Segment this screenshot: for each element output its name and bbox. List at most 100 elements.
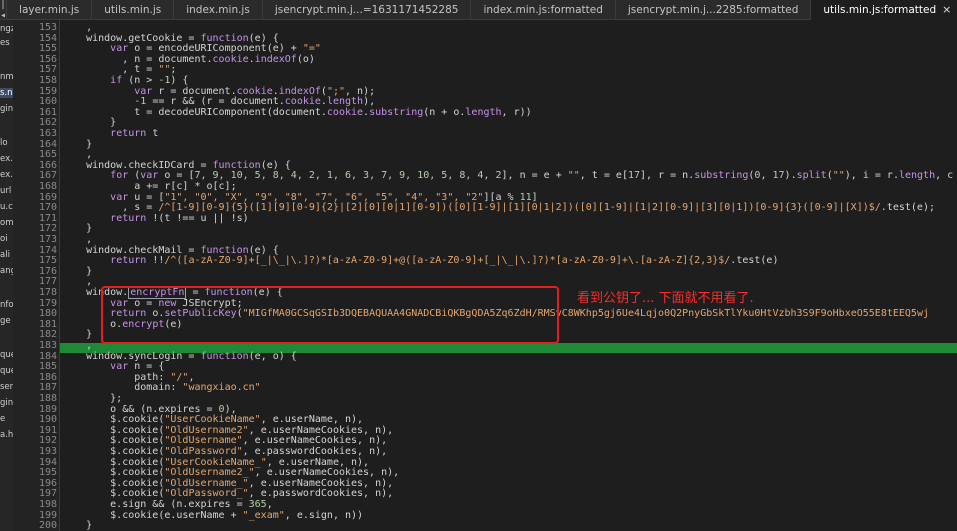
navigator-file-item[interactable]: ang (0, 266, 13, 276)
code-token: } (62, 520, 93, 531)
line-number[interactable]: 163 (13, 128, 57, 140)
code-token: , e.sign, n)) (284, 509, 364, 521)
navigator-file-item[interactable]: ex. (0, 154, 13, 164)
line-number[interactable]: 173 (13, 234, 57, 246)
tab-6[interactable]: utils.min.js:formatted × (811, 0, 957, 20)
tab-5[interactable]: jsencrypt.min.j...2285:formatted (616, 0, 812, 20)
code-token: (e) { (248, 244, 279, 256)
navigator-file-item[interactable]: lo (0, 138, 13, 148)
line-number-gutter: 153 154 155 156 157 158 159 160 161 162 163 164 165 1… (13, 20, 60, 531)
code-token: length (898, 170, 936, 182)
code-token: $.cookie( (62, 414, 165, 426)
line-number[interactable]: 188 (13, 393, 57, 405)
code-token: !(t !== u || !s) (146, 212, 249, 224)
navigator-file-item[interactable]: ali (0, 250, 13, 260)
code-token: ], r = n. (640, 170, 695, 182)
navigator-file-item[interactable]: ser (0, 382, 13, 392)
code-token: window.syncLogin = (62, 350, 201, 362)
code-token: window.checkIDCard = (62, 159, 213, 171)
code-editor[interactable]: , window.getCookie = function(e) { var o… (60, 20, 957, 531)
code-token: a += r[c] * o[c]; (62, 181, 237, 192)
tab-4[interactable]: index.min.js:formatted (471, 0, 616, 20)
code-token: "/" (170, 371, 189, 383)
code-token: (n > (122, 75, 159, 86)
navigator-file-item[interactable]: nm (0, 72, 13, 82)
tab-label: utils.min.js (104, 3, 162, 16)
line-number[interactable]: 158 (13, 75, 57, 87)
line-number[interactable]: 198 (13, 499, 57, 511)
code-token: }; (62, 393, 123, 404)
line-number[interactable]: 153 (13, 22, 57, 34)
code-token: 17 (772, 170, 785, 182)
code-token: ; (170, 64, 177, 76)
code-token: $.cookie( (62, 456, 165, 468)
navigator-file-item[interactable]: a.h (0, 430, 13, 440)
tab-2[interactable]: index.min.js (174, 0, 263, 20)
navigator-file-item[interactable]: e (0, 414, 13, 424)
code-token: if (110, 75, 123, 86)
code-token: , (62, 234, 93, 245)
code-token: .test(e) (730, 255, 779, 267)
close-tab-icon[interactable]: × (942, 3, 951, 16)
code-token: } (62, 138, 93, 150)
code-token: , (62, 276, 93, 288)
navigator-file-item[interactable]: gin (0, 104, 13, 114)
code-token: ][a % (483, 191, 520, 203)
line-number[interactable]: 183 (13, 340, 57, 352)
navigator-file-item[interactable]: ge (0, 316, 13, 326)
sidebar-toggle-icon: |◂ (0, 0, 7, 21)
code-token: t (146, 128, 159, 139)
code-token: "UserCookieName_" (164, 456, 267, 468)
code-token: "" (567, 170, 580, 182)
navigator-file-item[interactable]: que (0, 350, 13, 360)
code-token: "" (832, 170, 845, 182)
navigator-file-item[interactable]: nfo (0, 300, 13, 310)
code-token: ), (224, 403, 237, 415)
code-token: , e.userNameCookies, n), (242, 435, 388, 447)
code-token: var (110, 191, 129, 203)
code-token: "" (158, 64, 171, 76)
navigator-file-item[interactable]: url (0, 186, 13, 196)
tab-1[interactable]: utils.min.js (92, 0, 175, 20)
navigator-file-item[interactable]: u.c (0, 202, 13, 212)
annotation-highlight-box (101, 286, 559, 344)
line-number[interactable]: 200 (13, 521, 57, 531)
code-token: 11 (519, 191, 532, 203)
navigator-file-item[interactable]: s.n (0, 88, 13, 98)
code-token: /^[1-9][0-9]{5}([1][9][0-9]{2}|[2][0][0|… (158, 202, 881, 214)
toggle-navigator-button[interactable]: |◂ (0, 0, 8, 21)
code-token: $.cookie( (62, 488, 165, 500)
navigator-file-item[interactable]: ngz (0, 24, 13, 34)
line-number[interactable]: 178 (13, 287, 57, 299)
code-token: cookie (236, 85, 273, 97)
code-token: return (110, 212, 147, 224)
navigator-file-item[interactable]: oi (0, 234, 13, 244)
code-token: function (200, 32, 249, 44)
navigator-file-item[interactable]: om (0, 218, 13, 228)
code-token: path: (62, 371, 171, 383)
navigator-file-item[interactable]: gin (0, 398, 13, 408)
code-token: , e.userName, n), (260, 414, 364, 426)
code-token: var (134, 85, 153, 97)
tab-3[interactable]: jsencrypt.min.j...=1631171452285 (263, 0, 472, 20)
navigator-file-item[interactable]: ex. (0, 170, 13, 180)
tab-0[interactable]: layer.min.js (7, 0, 93, 20)
navigator-file-item[interactable]: es (0, 38, 13, 48)
file-navigator: ngz es nm s.n gin lo ex. ex. url u.c om oi ali ang nfo… (0, 20, 13, 531)
navigator-file-item[interactable]: que (0, 366, 13, 376)
code-token: indexOf (278, 85, 321, 97)
code-token: "_exam" (242, 509, 285, 521)
code-token: cookie (212, 53, 249, 65)
code-token: "wangxiao.cn" (182, 382, 261, 394)
code-token: $.cookie( (62, 446, 165, 457)
code-token: $.cookie( (62, 435, 165, 447)
line-number[interactable]: 168 (13, 181, 57, 193)
code-token: } (62, 117, 117, 129)
line-number[interactable]: 193 (13, 446, 57, 458)
code-token: e.sign && (n.expires = (62, 499, 249, 510)
